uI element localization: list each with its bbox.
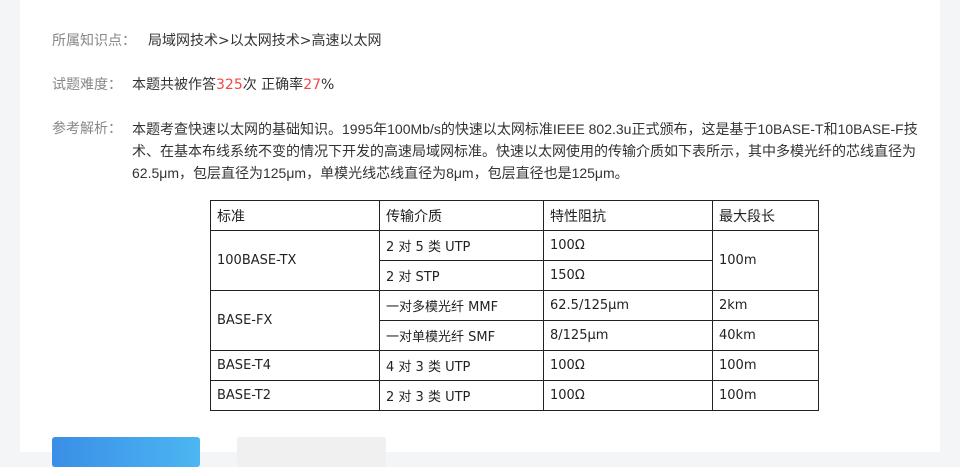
- analysis-label: 参考解析：: [52, 121, 122, 137]
- cell-length: 100m: [712, 350, 819, 381]
- cell-standard: 100BASE-TX: [210, 230, 380, 291]
- header-impedance: 特性阻抗: [543, 200, 713, 231]
- cell-length: 40km: [712, 320, 819, 351]
- difficulty-value: 本题共被作答325次 正确率27%: [132, 74, 334, 96]
- header-length: 最大段长: [712, 200, 819, 231]
- cell-standard: BASE-T4: [210, 350, 380, 381]
- question-detail-card: 所属知识点： 局域网技术>以太网技术>高速以太网 试题难度： 本题共被作答325…: [20, 0, 940, 467]
- table-row: 100BASE-TX 2 对 5 类 UTP 100Ω 100m: [210, 230, 819, 291]
- rate-suffix: %: [321, 77, 335, 93]
- cell-media: 2 对 STP: [379, 260, 544, 291]
- cell-standard: BASE-T2: [210, 380, 380, 411]
- table-header-row: 标准 传输介质 特性阻抗 最大段长: [210, 200, 819, 231]
- cell-standard: BASE-FX: [210, 290, 380, 351]
- transmission-media-table: 标准 传输介质 特性阻抗 最大段长 100BASE-TX 2 对 5 类 UTP…: [210, 200, 819, 411]
- cell-media: 一对单模光纤 SMF: [379, 320, 544, 351]
- header-standard: 标准: [210, 200, 380, 231]
- difficulty-label: 试题难度：: [52, 77, 122, 93]
- knowledge-label: 所属知识点：: [52, 33, 136, 49]
- cell-impedance: 150Ω: [543, 260, 713, 291]
- cell-media: 一对多模光纤 MMF: [379, 290, 544, 321]
- cell-media: 4 对 3 类 UTP: [379, 350, 544, 381]
- cell-impedance: 8/125μm: [543, 320, 713, 351]
- table-row: BASE-T2 2 对 3 类 UTP 100Ω 100m: [210, 380, 819, 411]
- table-row: BASE-T4 4 对 3 类 UTP 100Ω 100m: [210, 350, 819, 381]
- cell-impedance: 100Ω: [543, 350, 713, 381]
- header-media: 传输介质: [379, 200, 544, 231]
- cell-media: 2 对 3 类 UTP: [379, 380, 544, 411]
- cell-media: 2 对 5 类 UTP: [379, 230, 544, 261]
- analysis-text: 本题考查快速以太网的基础知识。1995年100Mb/s的快速以太网标准IEEE …: [132, 121, 918, 181]
- secondary-action-button[interactable]: [237, 437, 386, 467]
- answer-count: 325: [216, 77, 243, 93]
- difficulty-prefix: 本题共被作答: [132, 77, 216, 93]
- cell-length: 100m: [712, 230, 819, 291]
- cell-length: 100m: [712, 380, 819, 411]
- primary-action-button[interactable]: [52, 437, 200, 467]
- knowledge-value: 局域网技术>以太网技术>高速以太网: [148, 33, 382, 49]
- cell-impedance: 62.5/125μm: [543, 290, 713, 321]
- cell-impedance: 100Ω: [543, 230, 713, 261]
- difficulty-mid: 次 正确率: [242, 77, 304, 93]
- table-row: BASE-FX 一对多模光纤 MMF 62.5/125μm 2km: [210, 290, 819, 351]
- cell-impedance: 100Ω: [543, 380, 713, 411]
- cell-length: 2km: [712, 290, 819, 321]
- correct-rate: 27: [303, 77, 322, 93]
